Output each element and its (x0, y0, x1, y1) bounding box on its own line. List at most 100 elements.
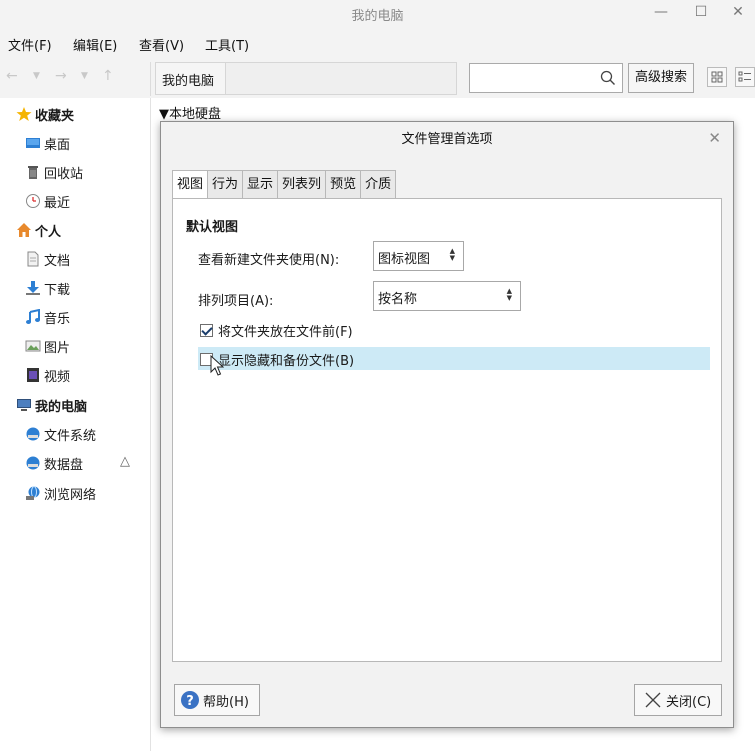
drive-icon (25, 426, 41, 442)
video-icon (25, 367, 41, 383)
title-bar: 我的电脑 — ☐ ✕ (0, 0, 755, 26)
sidebar-item-label: 浏览网络 (44, 487, 97, 503)
close-dialog-button[interactable]: 关闭(C) (634, 684, 722, 716)
sidebar-item-label: 桌面 (44, 137, 71, 153)
help-button-label: 帮助(H) (203, 694, 249, 710)
folders-first-option[interactable]: 将文件夹放在文件前(F) (200, 319, 353, 341)
window-title: 我的电脑 (351, 9, 404, 24)
mouse-pointer-icon (210, 354, 225, 381)
icon-view-icon[interactable] (707, 67, 727, 87)
eject-icon[interactable]: △ (120, 454, 130, 469)
section-title-default-view: 默认视图 (186, 220, 239, 235)
tab-view[interactable]: 视图 (172, 170, 209, 199)
sidebar-category-personal[interactable]: 个人 (16, 219, 61, 241)
sidebar-item-label: 回收站 (44, 166, 84, 182)
document-icon (25, 251, 41, 267)
breadcrumb-item-my-computer[interactable]: 我的电脑 (156, 63, 226, 94)
back-history-chevron-icon[interactable]: ▼ (33, 71, 40, 81)
drive-icon (25, 455, 41, 471)
sidebar-item-network[interactable]: 浏览网络 (25, 482, 96, 504)
svg-text:?: ? (186, 694, 194, 709)
sidebar-item-pictures[interactable]: 图片 (25, 335, 70, 357)
tab-preview[interactable]: 预览 (325, 170, 362, 198)
new-folder-view-select[interactable]: 图标视图 ▲ ▼ (373, 241, 464, 271)
search-box[interactable] (469, 63, 623, 93)
menu-edit[interactable]: 编辑(E) (73, 35, 117, 54)
preferences-dialog: 文件管理首选项 ✕ 视图 行为 显示 列表列 预览 介质 默认视图 查看新建文件… (160, 121, 734, 728)
sort-items-value: 按名称 (378, 292, 418, 307)
menu-tools[interactable]: 工具(T) (205, 35, 249, 54)
sidebar-category-label: 收藏夹 (35, 108, 75, 124)
menu-file[interactable]: 文件(F) (8, 35, 52, 54)
menu-view[interactable]: 查看(V) (139, 35, 184, 54)
search-icon[interactable] (600, 70, 616, 90)
forward-history-chevron-icon[interactable]: ▼ (81, 71, 88, 81)
show-hidden-label: 显示隐藏和备份文件(B) (218, 353, 355, 369)
breadcrumb: 我的电脑 (155, 62, 457, 95)
tab-bar: 视图 行为 显示 列表列 预览 介质 (172, 170, 397, 199)
advanced-search-button[interactable]: 高级搜索 (628, 63, 694, 93)
tab-list-columns[interactable]: 列表列 (277, 170, 327, 198)
close-icon (644, 691, 662, 709)
tab-behavior[interactable]: 行为 (207, 170, 244, 198)
sort-items-label: 排列项目(A): (198, 294, 274, 309)
sidebar: 收藏夹 桌面 回收站 最近 个人 文档 下载 音乐 图片 视频 我的电脑 文件系… (0, 98, 150, 751)
sidebar-item-desktop[interactable]: 桌面 (25, 132, 70, 154)
sidebar-item-downloads[interactable]: 下载 (25, 277, 70, 299)
clock-icon (25, 193, 41, 209)
close-window-button[interactable]: ✕ (727, 2, 749, 22)
close-button-label: 关闭(C) (666, 694, 712, 710)
sidebar-item-label: 音乐 (44, 311, 71, 327)
forward-arrow-icon[interactable]: → (55, 68, 67, 84)
sidebar-category-label: 个人 (35, 224, 62, 240)
maximize-button[interactable]: ☐ (690, 2, 712, 22)
help-button[interactable]: ? 帮助(H) (174, 684, 260, 716)
spinner-arrows-icon: ▲ ▼ (506, 287, 512, 302)
home-icon (16, 222, 32, 238)
search-input[interactable] (474, 65, 599, 91)
sidebar-item-recent[interactable]: 最近 (25, 190, 70, 212)
sidebar-item-videos[interactable]: 视频 (25, 364, 70, 386)
new-folder-view-value: 图标视图 (378, 252, 431, 267)
toolbar: ← ▼ → ▼ ↑ 我的电脑 高级搜索 (0, 60, 755, 98)
minimize-button[interactable]: — (650, 2, 672, 22)
help-icon: ? (180, 690, 200, 710)
sort-items-select[interactable]: 按名称 ▲ ▼ (373, 281, 521, 311)
back-arrow-icon[interactable]: ← (6, 68, 18, 84)
tab-panel-view: 默认视图 查看新建文件夹使用(N): 图标视图 ▲ ▼ 排列项目(A): 按名称 … (172, 198, 722, 662)
folders-first-checkbox[interactable] (200, 323, 213, 337)
spinner-arrows-icon: ▲ ▼ (449, 247, 455, 262)
sidebar-item-label: 最近 (44, 195, 71, 211)
tab-media[interactable]: 介质 (360, 170, 397, 198)
trash-icon (25, 164, 41, 180)
dialog-title: 文件管理首选项 (401, 132, 493, 147)
network-icon (25, 485, 41, 501)
download-icon (25, 280, 41, 296)
sidebar-splitter[interactable] (150, 98, 151, 751)
folders-first-label: 将文件夹放在文件前(F) (218, 324, 353, 340)
content-section-header[interactable]: ▼本地硬盘 (159, 103, 221, 122)
sidebar-item-label: 下载 (44, 282, 71, 298)
music-icon (25, 308, 41, 325)
sidebar-item-label: 数据盘 (44, 457, 84, 473)
dialog-close-icon[interactable]: ✕ (708, 129, 721, 147)
sidebar-item-trash[interactable]: 回收站 (25, 161, 83, 183)
computer-icon (16, 397, 32, 413)
sidebar-item-music[interactable]: 音乐 (25, 306, 70, 328)
list-view-icon[interactable] (735, 67, 755, 87)
sidebar-item-label: 文档 (44, 253, 71, 269)
sidebar-item-label: 图片 (44, 340, 71, 356)
sidebar-item-data-disk[interactable]: 数据盘 (25, 452, 83, 474)
sidebar-category-favorites[interactable]: 收藏夹 (16, 103, 74, 125)
sidebar-category-computer[interactable]: 我的电脑 (16, 394, 87, 416)
menu-bar: 文件(F) 编辑(E) 查看(V) 工具(T) (0, 26, 755, 60)
tab-display[interactable]: 显示 (242, 170, 279, 198)
new-folder-view-label: 查看新建文件夹使用(N): (198, 253, 340, 268)
sidebar-item-documents[interactable]: 文档 (25, 248, 70, 270)
sidebar-category-label: 我的电脑 (35, 399, 88, 415)
sidebar-item-label: 文件系统 (44, 428, 97, 444)
desktop-icon (25, 135, 41, 151)
up-arrow-icon[interactable]: ↑ (102, 68, 114, 84)
sidebar-item-filesystem[interactable]: 文件系统 (25, 423, 96, 445)
sidebar-item-label: 视频 (44, 369, 71, 385)
